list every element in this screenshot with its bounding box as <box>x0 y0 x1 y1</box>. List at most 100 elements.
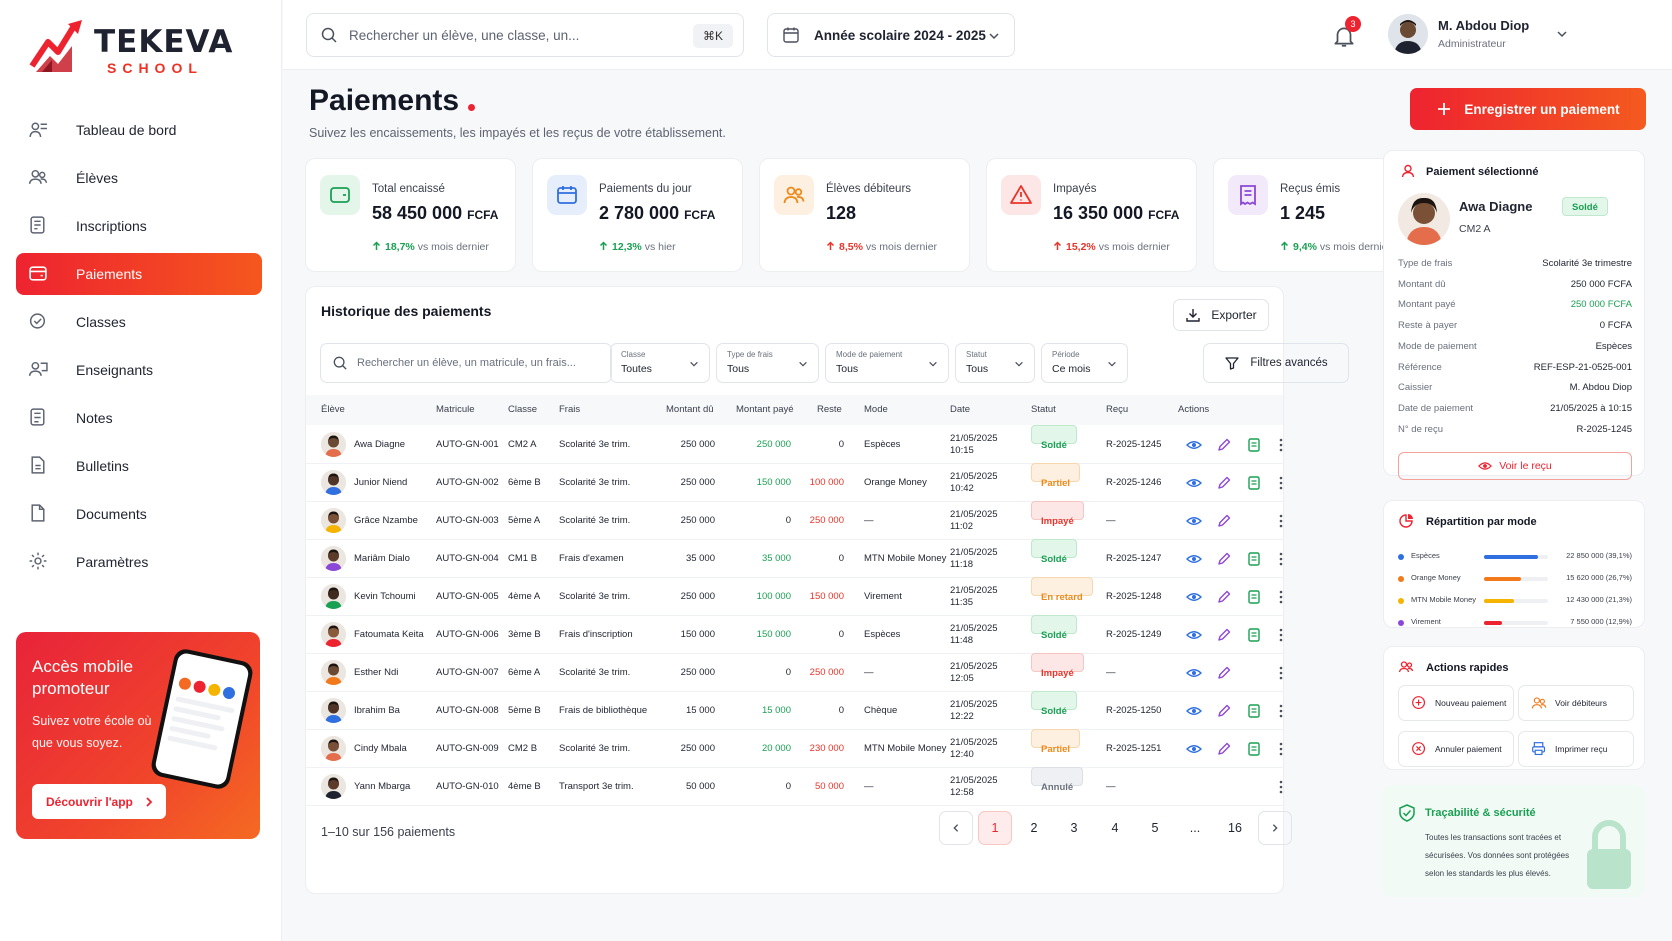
page-button[interactable]: 4 <box>1098 811 1132 845</box>
record-payment-button[interactable]: Enregistrer un paiement <box>1410 88 1646 130</box>
edit-icon[interactable] <box>1216 551 1232 567</box>
cell-classe: 4ème B <box>508 781 541 792</box>
more-vertical-icon[interactable] <box>1276 437 1286 453</box>
page-button[interactable]: 5 <box>1138 811 1172 845</box>
edit-icon[interactable] <box>1216 437 1232 453</box>
cell-eleve: Mariâm Dialo <box>354 553 410 564</box>
table-row[interactable]: Yann Mbarga AUTO-GN-010 4ème B Transport 3e… <box>306 767 1283 806</box>
detail-value: 0 FCFA <box>1599 320 1632 332</box>
prev-page-button[interactable] <box>939 811 973 845</box>
cell-date-day: 21/05/2025 <box>950 509 998 520</box>
more-vertical-icon[interactable] <box>1276 703 1286 719</box>
receipt-icon[interactable] <box>1246 741 1262 757</box>
history-search-input[interactable]: Rechercher un élève, un matricule, un fr… <box>320 343 612 383</box>
kpi-card[interactable]: Total encaissé 58 450 000 FCFA 18,7% vs mo… <box>305 158 516 272</box>
brand-logo[interactable]: TEKEVA SCHOOL <box>28 16 248 80</box>
receipt-icon[interactable] <box>1246 475 1262 491</box>
more-vertical-icon[interactable] <box>1276 779 1286 795</box>
eye-icon[interactable] <box>1186 589 1202 605</box>
page-button[interactable]: 1 <box>978 811 1012 845</box>
sidebar-item-eleves[interactable]: Élèves <box>16 154 262 202</box>
sidebar-item-paiements[interactable]: Paiements <box>16 253 262 295</box>
more-vertical-icon[interactable] <box>1276 627 1286 643</box>
global-search-input[interactable]: Rechercher un élève, une classe, un... ⌘… <box>306 13 744 57</box>
table-row[interactable]: Cindy Mbala AUTO-GN-009 CM2 B Scolarité 3e … <box>306 729 1283 768</box>
receipt-icon[interactable] <box>1246 589 1262 605</box>
status-badge: Annulé <box>1031 767 1084 793</box>
filter-statut[interactable]: Statut Tous <box>955 343 1035 383</box>
edit-icon[interactable] <box>1216 627 1232 643</box>
table-row[interactable]: Ibrahim Ba AUTO-GN-008 5ème B Frais de bibl… <box>306 691 1283 730</box>
receipt-icon[interactable] <box>1246 627 1262 643</box>
kpi-card[interactable]: Élèves débiteurs 128 8,5% vs mois dernier <box>759 158 970 272</box>
school-year-select[interactable]: Année scolaire 2024 - 2025 <box>767 13 1015 57</box>
sidebar-item-tableau-de-bord[interactable]: Tableau de bord <box>16 106 262 154</box>
table-row[interactable]: Mariâm Dialo AUTO-GN-004 CM1 B Frais d'exam… <box>306 539 1283 578</box>
edit-icon[interactable] <box>1216 665 1232 681</box>
quick-action-nouveau-paiement[interactable]: Nouveau paiement <box>1398 685 1514 721</box>
eye-icon[interactable] <box>1186 513 1202 529</box>
sidebar-item-documents[interactable]: Documents <box>16 490 262 538</box>
quick-action-annuler-paiement[interactable]: Annuler paiement <box>1398 731 1514 767</box>
edit-icon[interactable] <box>1216 513 1232 529</box>
page-button[interactable]: 3 <box>1057 811 1091 845</box>
user-menu[interactable]: M. Abdou Diop Administrateur <box>1388 14 1568 56</box>
table-row[interactable]: Esther Ndi AUTO-GN-007 6ème A Scolarité 3e … <box>306 653 1283 692</box>
page-button[interactable]: 2 <box>1017 811 1051 845</box>
eye-icon[interactable] <box>1186 475 1202 491</box>
table-row[interactable]: Fatoumata Keita AUTO-GN-006 3ème B Frais d'… <box>306 615 1283 654</box>
more-vertical-icon[interactable] <box>1276 665 1286 681</box>
eye-icon[interactable] <box>1186 741 1202 757</box>
more-vertical-icon[interactable] <box>1276 741 1286 757</box>
table-row[interactable]: Awa Diagne AUTO-GN-001 CM2 A Scolarité 3e t… <box>306 425 1283 464</box>
kpi-trend-value: 8,5% <box>839 241 863 253</box>
next-page-button[interactable] <box>1258 811 1292 845</box>
receipt-icon[interactable] <box>1246 437 1262 453</box>
eye-icon[interactable] <box>1186 665 1202 681</box>
cell-paye: 150 000 <box>756 629 791 640</box>
more-vertical-icon[interactable] <box>1276 475 1286 491</box>
page-button[interactable]: 16 <box>1218 811 1252 845</box>
cell-paye: 100 000 <box>756 591 791 602</box>
eye-icon[interactable] <box>1186 437 1202 453</box>
more-vertical-icon[interactable] <box>1276 589 1286 605</box>
notifications-button[interactable]: 3 <box>1331 16 1361 50</box>
sidebar-item-inscriptions[interactable]: Inscriptions <box>16 202 262 250</box>
eye-icon[interactable] <box>1186 627 1202 643</box>
receipt-icon[interactable] <box>1246 703 1262 719</box>
table-row[interactable]: Junior Niend AUTO-GN-002 6ème B Scolarité 3… <box>306 463 1283 502</box>
sidebar-item-notes[interactable]: Notes <box>16 394 262 442</box>
edit-icon[interactable] <box>1216 703 1232 719</box>
discover-app-button[interactable]: Découvrir l'app <box>32 784 166 819</box>
filter-classe[interactable]: Classe Toutes <box>610 343 710 383</box>
more-vertical-icon[interactable] <box>1276 551 1286 567</box>
quick-action-imprimer-recu[interactable]: Imprimer reçu <box>1518 731 1634 767</box>
advanced-filters-button[interactable]: Filtres avancés <box>1203 343 1349 383</box>
edit-icon[interactable] <box>1216 475 1232 491</box>
filter-mode-de-paiement[interactable]: Mode de paiement Tous <box>825 343 949 383</box>
view-receipt-button[interactable]: Voir le reçu <box>1398 452 1632 480</box>
sidebar-item-enseignants[interactable]: Enseignants <box>16 346 262 394</box>
cell-reste: 150 000 <box>809 591 844 602</box>
quick-action-voir-debiteurs[interactable]: Voir débiteurs <box>1518 685 1634 721</box>
eye-icon[interactable] <box>1186 551 1202 567</box>
export-button[interactable]: Exporter <box>1173 299 1269 331</box>
sidebar-item-parametres[interactable]: Paramètres <box>16 538 262 586</box>
chevron-right-icon <box>1272 824 1278 832</box>
table-row[interactable]: Grâce Nzambe AUTO-GN-003 5ème A Scolarité 3… <box>306 501 1283 540</box>
filter-type-de-frais[interactable]: Type de frais Tous <box>716 343 819 383</box>
more-vertical-icon[interactable] <box>1276 513 1286 529</box>
kpi-card[interactable]: Paiements du jour 2 780 000 FCFA 12,3% vs … <box>532 158 743 272</box>
sidebar-item-bulletins[interactable]: Bulletins <box>16 442 262 490</box>
edit-icon[interactable] <box>1216 589 1232 605</box>
eye-icon[interactable] <box>1186 703 1202 719</box>
filter-periode[interactable]: Période Ce mois <box>1041 343 1128 383</box>
sidebar-item-classes[interactable]: Classes <box>16 298 262 346</box>
cell-reste: 50 000 <box>814 781 844 792</box>
cell-paye: 0 <box>785 781 791 792</box>
sidebar-item-label: Paiements <box>76 266 143 282</box>
table-row[interactable]: Kevin Tchoumi AUTO-GN-005 4ème A Scolarité … <box>306 577 1283 616</box>
kpi-card[interactable]: Impayés 16 350 000 FCFA 15,2% vs mois dern… <box>986 158 1197 272</box>
edit-icon[interactable] <box>1216 741 1232 757</box>
receipt-icon[interactable] <box>1246 551 1262 567</box>
